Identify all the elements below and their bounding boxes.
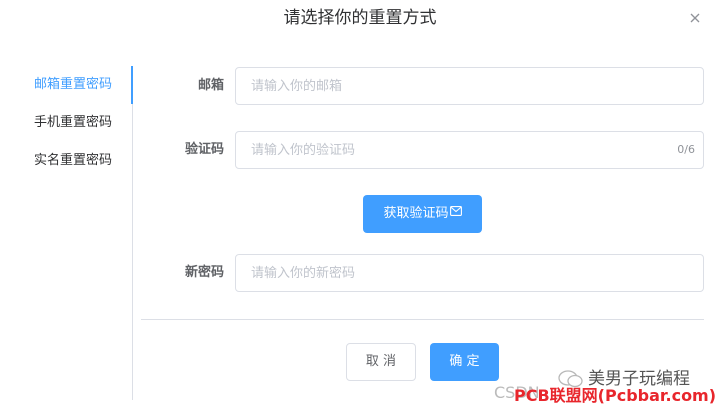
code-input-wrapper: 0/6 [235, 131, 704, 169]
mail-icon [449, 194, 462, 232]
get-code-button[interactable]: 获取验证码 [363, 195, 482, 233]
email-input-wrapper [235, 67, 704, 105]
footer-divider [141, 319, 704, 320]
wechat-watermark: 美男子玩编程 [558, 368, 708, 390]
reset-password-dialog: 请选择你的重置方式 邮箱重置密码 手机重置密码 实名重置密码 邮箱 验证码 0/… [0, 0, 720, 410]
verification-code-input[interactable] [236, 132, 651, 168]
code-label: 验证码 [184, 142, 224, 157]
close-icon[interactable] [686, 9, 704, 27]
cancel-button[interactable]: 取 消 [346, 343, 416, 381]
get-code-label: 获取验证码 [383, 206, 449, 221]
sidebar-item-realname-reset[interactable]: 实名重置密码 [0, 142, 132, 180]
wechat-account-name: 美男子玩编程 [588, 369, 690, 389]
pcb-site-watermark: PCB联盟网(Pcbbar.com) [514, 386, 717, 405]
wechat-icon [558, 370, 584, 392]
csdn-watermark: CSDN [494, 383, 540, 402]
dialog-title: 请选择你的重置方式 [283, 8, 437, 28]
confirm-button[interactable]: 确 定 [430, 343, 499, 381]
email-input[interactable] [236, 68, 651, 104]
new-password-input[interactable] [236, 255, 651, 291]
reset-method-menu: 邮箱重置密码 手机重置密码 实名重置密码 [0, 66, 133, 400]
code-char-counter: 0/6 [677, 143, 695, 156]
new-password-label: 新密码 [184, 265, 224, 280]
email-label: 邮箱 [197, 78, 224, 93]
new-password-input-wrapper [235, 254, 704, 292]
sidebar-item-phone-reset[interactable]: 手机重置密码 [0, 104, 132, 142]
sidebar-item-email-reset[interactable]: 邮箱重置密码 [0, 66, 133, 104]
